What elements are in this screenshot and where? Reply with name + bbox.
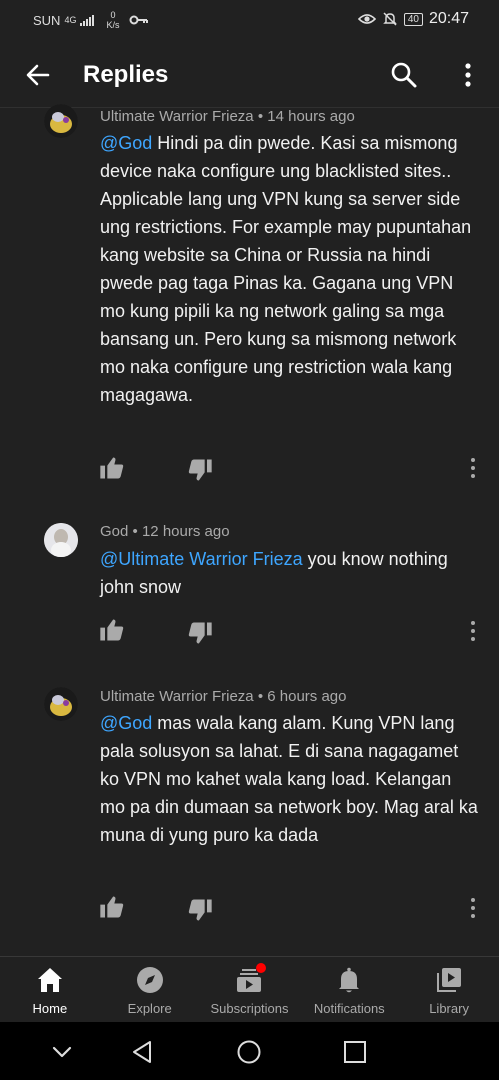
bottom-navigation: Home Explore Subscriptions Notifications [0,956,499,1022]
thumbs-down-icon[interactable] [186,456,214,484]
battery-indicator: 40 [403,12,423,26]
avatar[interactable] [44,687,78,721]
library-icon [437,968,462,992]
thumbs-up-icon[interactable] [98,616,126,644]
home-circle-icon[interactable] [235,1038,263,1066]
comment-time: 12 hours ago [141,523,230,540]
nav-item-library[interactable]: Library [399,957,499,1022]
status-bar: SUN 4G 0 K/s 40 20:47 [0,0,499,42]
system-navigation-bar [0,1022,499,1080]
bell-muted-icon [383,12,397,26]
thumbs-down-icon[interactable] [186,619,214,647]
bell-icon [339,967,360,993]
key-icon [129,15,149,25]
avatar-image [44,523,78,557]
data-rate-value: 0 [110,10,116,20]
comment-options-icon[interactable] [462,617,484,645]
nav-label-home: Home [32,1001,68,1016]
comment-meta: God • 12 hours ago [100,523,230,540]
meta-separator: • [257,108,264,125]
author-name[interactable]: Ultimate Warrior Frieza [100,108,254,125]
recents-square-icon[interactable] [341,1038,369,1066]
nav-item-home[interactable]: Home [0,957,100,1022]
comment-body: Hindi pa din pwede. Kasi sa mismong devi… [100,133,472,405]
comment-meta: Ultimate Warrior Frieza • 6 hours ago [100,688,346,705]
back-arrow-icon[interactable] [24,61,52,89]
avatar-image [44,104,78,138]
thumbs-up-icon[interactable] [98,454,126,482]
author-name[interactable]: Ultimate Warrior Frieza [100,688,254,705]
home-icon [37,968,62,992]
nav-item-subscriptions[interactable]: Subscriptions [200,957,300,1022]
app-header: Replies [0,42,499,108]
signal-icon [80,14,95,26]
nav-item-explore[interactable]: Explore [100,957,200,1022]
back-triangle-icon[interactable] [129,1038,157,1066]
reply-comment: God • 12 hours ago @Ultimate Warrior Fri… [0,522,499,652]
more-options-icon[interactable] [456,60,480,90]
data-rate-unit: K/s [106,20,120,30]
nav-label-library: Library [429,1001,469,1016]
chevron-down-icon[interactable] [48,1038,76,1066]
comment-time: 6 hours ago [267,688,347,705]
mention-link[interactable]: @God [100,713,152,733]
meta-separator: • [132,523,138,540]
comment-time: 14 hours ago [267,108,355,125]
reply-comment: Ultimate Warrior Frieza • 14 hours ago @… [0,104,499,488]
search-icon[interactable] [389,60,419,90]
thumbs-up-icon[interactable] [98,893,126,921]
comment-text: @God Hindi pa din pwede. Kasi sa mismong… [100,129,480,409]
nav-label-explore: Explore [127,1001,172,1016]
comment-body: mas wala kang alam. Kung VPN lang pala s… [100,713,478,845]
mention-link[interactable]: @Ultimate Warrior Frieza [100,549,303,569]
author-name[interactable]: God [100,523,128,540]
comment-options-icon[interactable] [462,894,484,922]
compass-icon [136,967,163,993]
clock: 20:47 [428,10,469,27]
avatar[interactable] [44,523,78,557]
comment-options-icon[interactable] [462,454,484,482]
thumbs-down-icon[interactable] [186,896,214,924]
network-type: 4G [64,14,77,25]
meta-separator: • [257,688,264,705]
notification-badge [255,963,266,973]
eye-icon [357,14,376,24]
data-rate: 0 K/s [106,10,119,30]
carrier-name: SUN [33,12,61,28]
nav-label-notifications: Notifications [313,1001,385,1016]
comment-meta: Ultimate Warrior Frieza • 14 hours ago [100,108,355,125]
nav-item-notifications[interactable]: Notifications [299,957,399,1022]
avatar[interactable] [44,104,78,138]
avatar-image [44,687,78,721]
comment-text: @Ultimate Warrior Frieza you know nothin… [100,545,480,601]
nav-label-subscriptions: Subscriptions [210,1001,289,1016]
page-title: Replies [83,61,169,88]
mention-link[interactable]: @God [100,133,152,153]
comment-text: @God mas wala kang alam. Kung VPN lang p… [100,709,480,849]
reply-comment: Ultimate Warrior Frieza • 6 hours ago @G… [0,687,499,937]
